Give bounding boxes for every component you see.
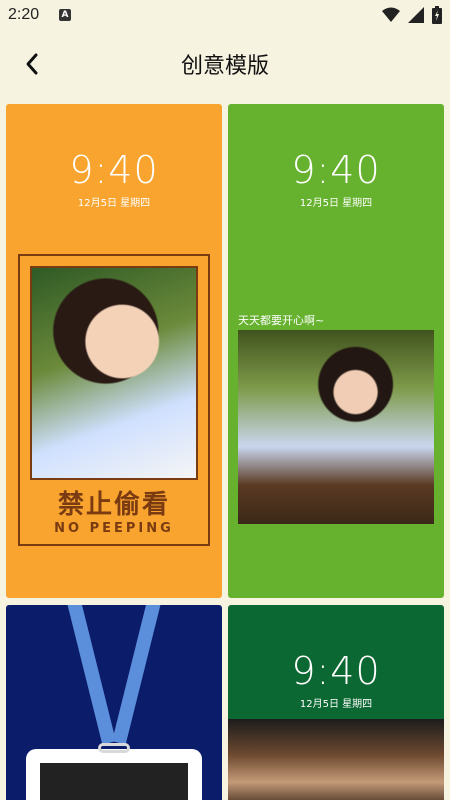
lanyard-strap	[66, 605, 116, 745]
lanyard-strap	[112, 605, 162, 745]
signal-icon	[408, 7, 424, 23]
lockscreen-time: 9:40	[291, 148, 381, 192]
banner-title-cn: 禁止偷看	[57, 490, 170, 520]
template-card-happy-everyday[interactable]: 9:40 12月5日 星期四 天天都要开心啊~	[228, 104, 444, 598]
portrait-photo	[228, 719, 444, 800]
caption-text: 天天都要开心啊~	[238, 314, 325, 327]
portrait-photo	[238, 330, 434, 524]
status-icons	[382, 6, 442, 24]
lockscreen-date: 12月5日 星期四	[299, 699, 373, 710]
wifi-icon	[382, 7, 400, 22]
lockscreen-time: 9:40	[291, 649, 381, 693]
status-bar: 2:20 A	[0, 0, 450, 32]
template-card-no-peeping[interactable]: 9:40 12月5日 星期四 禁止偷看 NO PEEPING	[6, 104, 222, 598]
badge-photo	[40, 763, 188, 800]
lockscreen-date: 12月5日 星期四	[299, 198, 373, 209]
template-card-film[interactable]: 9:40 12月5日 星期四	[228, 605, 444, 800]
notification-app-icon: A	[59, 9, 71, 21]
lockscreen-time: 9:40	[69, 148, 159, 192]
badge-clip	[98, 743, 130, 753]
lockscreen-date: 12月5日 星期四	[77, 198, 151, 209]
id-badge	[26, 749, 202, 800]
photo-frame: 禁止偷看 NO PEEPING	[18, 254, 210, 546]
page-title: 创意模版	[180, 54, 269, 79]
no-peeping-banner: 禁止偷看 NO PEEPING	[20, 484, 208, 536]
template-card-badge[interactable]	[6, 605, 222, 800]
status-time: 2:20	[8, 6, 40, 23]
banner-title-en: NO PEEPING	[54, 521, 174, 536]
header: 创意模版	[0, 32, 450, 96]
portrait-photo	[30, 266, 198, 480]
battery-icon	[432, 6, 442, 24]
